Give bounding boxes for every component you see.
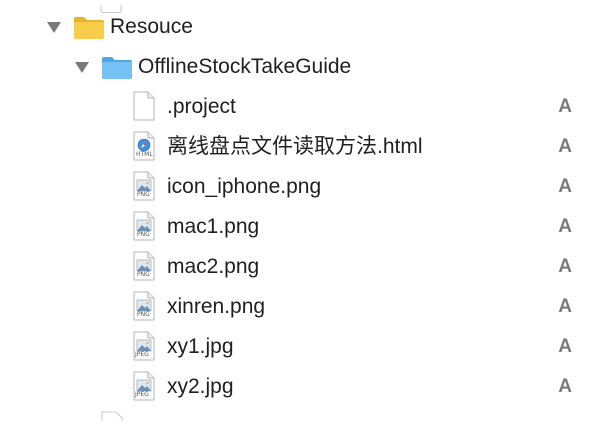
file-label: mac2.png: [167, 255, 260, 278]
file-row[interactable]: PNG icon_iphone.png A: [0, 167, 592, 207]
file-type-badge: HTML: [136, 151, 153, 158]
status-badge: A: [558, 216, 572, 237]
status-badge: A: [558, 336, 572, 357]
file-type-badge: PNG: [137, 311, 150, 318]
image-file-icon: [132, 371, 156, 406]
file-row[interactable]: HTML 离线盘点文件读取方法.html A: [0, 127, 592, 167]
file-type-badge: JPEG: [135, 351, 149, 358]
file-row[interactable]: PNG mac1.png A: [0, 207, 592, 247]
file-row[interactable]: JPEG xy2.jpg A: [0, 367, 592, 407]
file-label: xinren.png: [167, 295, 266, 318]
folder-row-offlinestocktakeguide[interactable]: OfflineStockTakeGuide: [0, 47, 592, 87]
folder-row-resouce[interactable]: Resouce: [0, 7, 592, 47]
file-label: xy1.jpg: [167, 335, 234, 358]
file-label: .project: [167, 95, 236, 118]
file-type-badge: PNG: [137, 231, 150, 238]
status-badge: A: [558, 256, 572, 277]
folder-label: OfflineStockTakeGuide: [138, 55, 352, 78]
image-file-icon: [132, 291, 156, 326]
status-badge: A: [558, 136, 572, 157]
document-icon: [132, 91, 156, 126]
file-type-badge: PNG: [137, 191, 150, 198]
image-file-icon: [132, 331, 156, 366]
image-file-icon: [132, 171, 156, 206]
file-row[interactable]: JPEG xy1.jpg A: [0, 327, 592, 367]
status-badge: A: [558, 176, 572, 197]
file-row[interactable]: .project A: [0, 87, 592, 127]
file-label: icon_iphone.png: [167, 175, 322, 198]
folder-label: Resouce: [110, 15, 193, 38]
status-badge: A: [558, 376, 572, 397]
partial-item-bottom: [101, 408, 123, 421]
html-file-icon: [132, 131, 156, 166]
image-file-icon: [132, 211, 156, 246]
file-label: mac1.png: [167, 215, 260, 238]
file-label: 离线盘点文件读取方法.html: [167, 135, 423, 158]
folder-icon: [73, 14, 105, 45]
status-badge: A: [558, 96, 572, 117]
file-label: xy2.jpg: [167, 375, 234, 398]
file-row[interactable]: PNG mac2.png A: [0, 247, 592, 287]
disclosure-triangle-icon[interactable]: [75, 62, 89, 73]
folder-icon: [101, 54, 133, 85]
status-badge: A: [558, 296, 572, 317]
disclosure-triangle-icon[interactable]: [47, 22, 61, 33]
image-file-icon: [132, 251, 156, 286]
file-row[interactable]: PNG xinren.png A: [0, 287, 592, 327]
file-type-badge: PNG: [137, 271, 150, 278]
file-type-badge: JPEG: [135, 391, 149, 398]
